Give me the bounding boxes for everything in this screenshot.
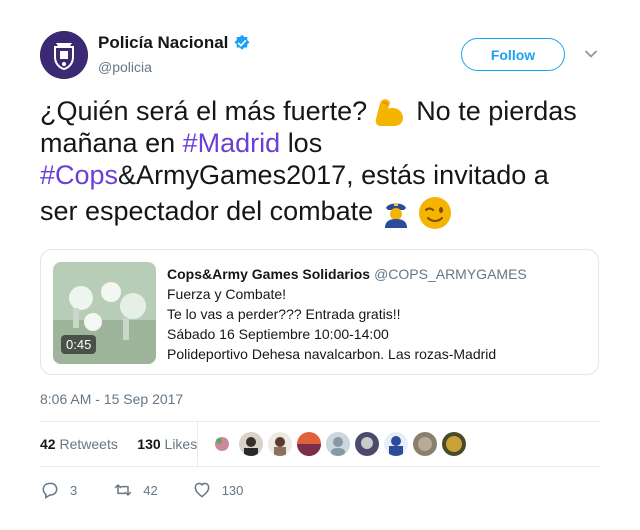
- likes-stat[interactable]: 130 Likes: [137, 436, 197, 452]
- tweet-text-segment: No te pierdas: [416, 96, 577, 126]
- police-officer-icon: [384, 202, 407, 228]
- tweet-text-segment: &ArmyGames2017, estás invitado a: [118, 160, 549, 190]
- retweet-button[interactable]: 42: [113, 480, 158, 500]
- likes-count: 130: [137, 436, 161, 452]
- quoted-author-handle[interactable]: @COPS_ARMYGAMES: [374, 266, 527, 282]
- hashtag-madrid[interactable]: #Madrid: [183, 128, 281, 158]
- tweet-line-2: mañana en #Madrid los: [40, 127, 322, 159]
- stats-separator: [197, 422, 198, 466]
- tweet-text-segment: mañana en: [40, 128, 176, 158]
- liker-avatar[interactable]: [384, 432, 408, 456]
- quoted-text-line: Fuerza y Combate!: [167, 286, 287, 302]
- winking-face-icon: [419, 196, 452, 229]
- divider-bottom: [40, 466, 600, 467]
- retweet-count: 42: [143, 482, 158, 498]
- quoted-author-name[interactable]: Cops&Army Games Solidarios: [167, 266, 370, 282]
- liker-avatar[interactable]: [268, 432, 292, 456]
- police-badge-icon: [40, 31, 88, 79]
- author-name[interactable]: Policía Nacional: [98, 33, 228, 53]
- like-count: 130: [221, 482, 244, 498]
- tweet-text-segment: los: [287, 128, 323, 158]
- retweets-stat[interactable]: 42 Retweets: [40, 436, 118, 452]
- divider-top: [40, 421, 600, 422]
- quoted-text-line: Polideportivo Dehesa navalcarbon. Las ro…: [167, 346, 497, 362]
- tweet-line-1: ¿Quién será el más fuerte? No te pierdas: [40, 95, 577, 129]
- avatar[interactable]: [40, 31, 88, 79]
- retweets-count: 42: [40, 436, 56, 452]
- likes-label: Likes: [164, 436, 198, 452]
- hashtag-cops[interactable]: #Cops: [40, 160, 118, 190]
- verified-badge-icon: [234, 34, 250, 50]
- quoted-tweet-card[interactable]: 0:45 Cops&Army Games Solidarios @COPS_ARM…: [40, 249, 599, 375]
- video-thumbnail[interactable]: 0:45: [53, 262, 156, 364]
- quoted-text-line: Te lo vas a perder??? Entrada gratis!!: [167, 306, 401, 322]
- reply-count: 3: [70, 482, 78, 498]
- tweet-text-segment: ser espectador del combate: [40, 196, 374, 226]
- tweet-actions: 3 42 130: [40, 480, 243, 500]
- tweet-line-4: ser espectador del combate: [40, 195, 452, 230]
- like-button[interactable]: 130: [192, 480, 244, 500]
- liker-avatar[interactable]: [239, 432, 263, 456]
- tweet-text-segment: ¿Quién será el más fuerte?: [40, 96, 368, 126]
- liker-avatar[interactable]: [355, 432, 379, 456]
- quoted-tweet-body: Cops&Army Games Solidarios @COPS_ARMYGAME…: [167, 264, 527, 364]
- tweet-stats: 42 Retweets 130 Likes: [40, 436, 197, 452]
- author-handle[interactable]: @policia: [98, 59, 152, 75]
- liker-avatar[interactable]: [210, 432, 234, 456]
- flexed-biceps-icon: [375, 99, 403, 126]
- tweet-line-3: #Cops&ArmyGames2017, estás invitado a: [40, 159, 549, 191]
- heart-icon: [194, 482, 210, 498]
- reply-icon: [42, 482, 58, 499]
- liker-avatar[interactable]: [326, 432, 350, 456]
- quoted-text-line: Sábado 16 Septiembre 10:00-14:00: [167, 326, 389, 342]
- video-duration: 0:45: [61, 335, 97, 354]
- retweets-label: Retweets: [59, 436, 118, 452]
- tweet-timestamp[interactable]: 8:06 AM - 15 Sep 2017: [40, 391, 183, 407]
- likers-avatars: [210, 432, 471, 456]
- retweet-icon: [114, 484, 132, 496]
- author-name-row: Policía Nacional: [98, 33, 251, 53]
- reply-button[interactable]: 3: [40, 480, 77, 500]
- liker-avatar[interactable]: [297, 432, 321, 456]
- liker-avatar[interactable]: [413, 432, 437, 456]
- liker-avatar[interactable]: [442, 432, 466, 456]
- chevron-down-icon[interactable]: [584, 47, 598, 61]
- follow-button[interactable]: Follow: [461, 38, 565, 71]
